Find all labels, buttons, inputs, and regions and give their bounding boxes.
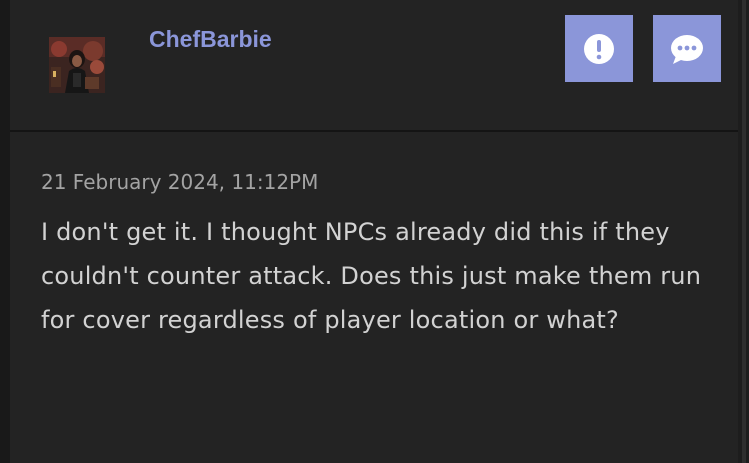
post-timestamp: 21 February 2024, 11:12PM: [41, 170, 319, 194]
avatar[interactable]: [49, 37, 105, 93]
left-gutter: [0, 0, 10, 463]
exclamation-circle-icon: [584, 33, 614, 64]
header-divider: [10, 130, 738, 132]
reply-button[interactable]: [653, 15, 721, 82]
comment-header: ChefBarbie: [10, 0, 738, 130]
avatar-image: [49, 37, 105, 93]
report-button[interactable]: [565, 15, 633, 82]
comment-card: ChefBarbie 21 February 2024, 11:12PM I d…: [10, 0, 738, 463]
scrollbar[interactable]: [738, 0, 749, 463]
scrollbar-track[interactable]: [742, 0, 746, 463]
post-body: I don't get it. I thought NPCs already d…: [41, 218, 702, 334]
chat-bubble-icon: [671, 34, 703, 64]
page-frame: ChefBarbie 21 February 2024, 11:12PM I d…: [0, 0, 749, 463]
author-name[interactable]: ChefBarbie: [149, 26, 272, 53]
